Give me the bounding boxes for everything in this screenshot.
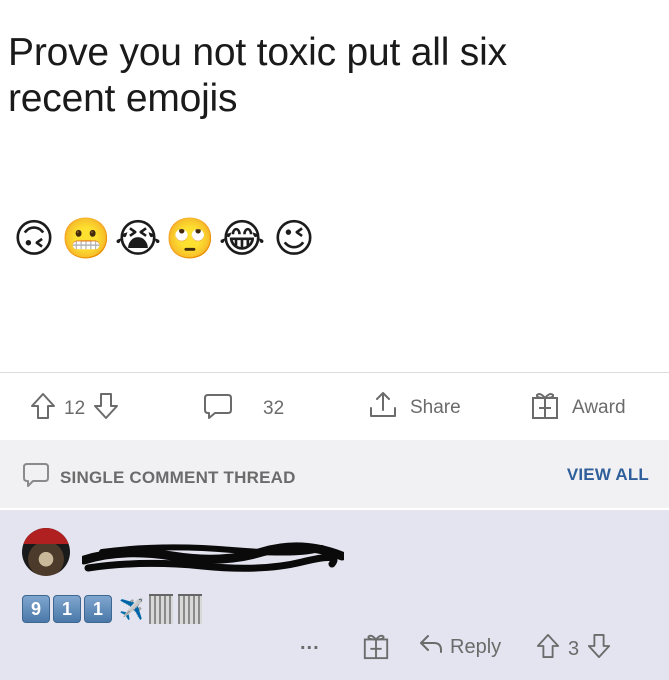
share-button[interactable]: Share	[368, 390, 461, 426]
share-icon	[368, 390, 398, 426]
tears-of-joy-face-emoji: 😂	[218, 216, 266, 262]
eye-roll-face-emoji: 🙄	[165, 216, 215, 262]
arrow-down-icon[interactable]	[587, 633, 611, 665]
post-action-bar: 12 32 Share Award	[0, 378, 669, 436]
share-label: Share	[410, 397, 461, 418]
post-title-line-2: recent emojis	[8, 77, 238, 120]
emoji-row: 🙃 😬 😭 🙄 😂 😉	[8, 214, 320, 264]
award-label: Award	[572, 397, 626, 418]
more-options-button[interactable]: ...	[300, 632, 320, 655]
office-building-icon	[148, 594, 173, 624]
arrow-up-icon[interactable]	[30, 392, 56, 426]
reply-arrow-icon	[418, 633, 444, 661]
keycap-digit: 9	[22, 595, 50, 623]
single-comment-thread-label: SINGLE COMMENT THREAD	[22, 462, 296, 493]
airplane-emoji: ✈️	[119, 598, 144, 621]
avatar[interactable]	[22, 528, 70, 576]
upside-down-face-emoji: 🙃	[13, 216, 55, 262]
speech-bubble-icon	[22, 462, 50, 493]
office-building-icon	[177, 594, 202, 624]
gift-icon[interactable]	[362, 632, 390, 666]
grimacing-face-emoji: 😬	[61, 216, 111, 262]
arrow-up-icon[interactable]	[536, 633, 560, 665]
post-title: Prove you not toxic put all six recent e…	[8, 30, 648, 122]
post-title-line-1: Prove you not toxic put all six	[8, 31, 507, 74]
reply-button[interactable]: Reply	[418, 633, 501, 661]
award-button[interactable]: Award	[530, 390, 626, 426]
divider	[0, 372, 669, 373]
comment-body: 9 1 1 ✈️	[22, 594, 202, 624]
comment-vote-count: 3	[568, 637, 580, 660]
comment-count: 32	[263, 398, 285, 419]
gift-icon	[530, 390, 560, 426]
arrow-down-icon[interactable]	[93, 392, 119, 426]
comments-button[interactable]: 32	[203, 392, 284, 426]
comment-vote-group: 3	[536, 633, 611, 665]
keycap-digit: 1	[53, 595, 81, 623]
loudly-crying-face-emoji: 😭	[114, 216, 162, 262]
keycap-digit: 1	[84, 595, 112, 623]
winking-face-emoji: 😉	[273, 216, 315, 262]
thread-label: SINGLE COMMENT THREAD	[60, 467, 296, 487]
comment: 9 1 1 ✈️ ... Reply 3	[0, 510, 669, 680]
speech-bubble-icon	[203, 392, 233, 426]
view-all-link[interactable]: VIEW ALL	[567, 465, 649, 485]
post-vote-group: 12	[30, 392, 119, 426]
reply-label: Reply	[450, 635, 502, 658]
upvote-count: 12	[64, 398, 86, 419]
thread-bar: SINGLE COMMENT THREAD VIEW ALL	[0, 440, 669, 508]
redaction-scribble	[82, 542, 344, 572]
